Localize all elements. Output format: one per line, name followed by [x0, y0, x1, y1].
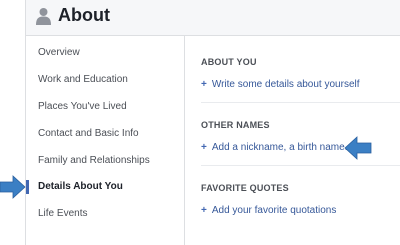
sidebar-item-overview[interactable]: Overview: [38, 47, 80, 58]
sidebar-item-work-education[interactable]: Work and Education: [38, 74, 128, 85]
write-details-link[interactable]: + Write some details about yourself: [201, 79, 360, 90]
write-details-label: Write some details about yourself: [211, 79, 360, 90]
sidebar-item-family-relationships[interactable]: Family and Relationships: [38, 155, 150, 166]
sidebar: Overview Work and Education Places You'v…: [26, 36, 185, 245]
sidebar-item-details-about-you[interactable]: Details About You: [38, 181, 123, 192]
sidebar-item-places-lived[interactable]: Places You've Lived: [38, 101, 127, 112]
sidebar-item-life-events[interactable]: Life Events: [38, 208, 87, 219]
about-header: About: [25, 0, 400, 36]
add-nickname-label: Add a nickname, a birth name...: [211, 142, 354, 153]
section-title-about-you: ABOUT YOU: [201, 57, 257, 67]
section-title-other-names: OTHER NAMES: [201, 120, 270, 130]
plus-icon: +: [201, 142, 207, 153]
plus-icon: +: [201, 79, 207, 90]
add-nickname-link[interactable]: + Add a nickname, a birth name...: [201, 142, 353, 153]
arrow-left-icon: [344, 136, 372, 160]
person-icon: [36, 8, 51, 25]
add-quotations-link[interactable]: + Add your favorite quotations: [201, 205, 336, 216]
divider: [201, 102, 400, 103]
plus-icon: +: [201, 205, 207, 216]
page-title: About: [58, 5, 110, 25]
section-title-favorite-quotes: FAVORITE QUOTES: [201, 183, 289, 193]
add-quotations-label: Add your favorite quotations: [211, 205, 337, 216]
arrow-right-icon: [0, 175, 26, 199]
sidebar-item-contact-info[interactable]: Contact and Basic Info: [38, 128, 139, 139]
divider: [201, 165, 400, 166]
active-indicator: [26, 180, 29, 194]
